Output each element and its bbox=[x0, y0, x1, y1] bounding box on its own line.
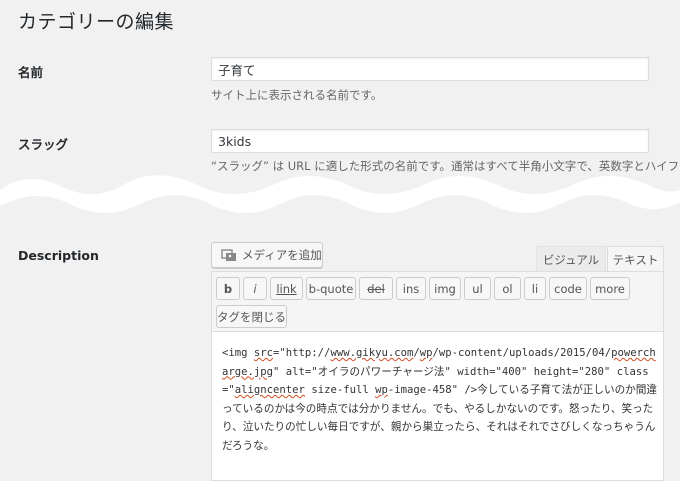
content-text: ="http:// bbox=[273, 347, 331, 359]
media-icon bbox=[221, 248, 237, 262]
tab-visual[interactable]: ビジュアル bbox=[536, 246, 606, 272]
qt-img-button[interactable]: img bbox=[429, 277, 461, 300]
name-hint: サイト上に表示される名前です。 bbox=[211, 88, 383, 102]
add-media-button[interactable]: メディアを追加 bbox=[211, 242, 323, 268]
qt-more-button[interactable]: more bbox=[590, 277, 630, 300]
content-text: /wp-content/uploads/2015/04/ bbox=[432, 347, 612, 359]
qt-del-button[interactable]: del bbox=[359, 277, 393, 300]
quicktags-toolbar: b i link b-quote del ins img ul ol li co… bbox=[212, 272, 663, 332]
qt-ul-button[interactable]: ul bbox=[464, 277, 491, 300]
name-label: 名前 bbox=[18, 65, 44, 80]
qt-li-button[interactable]: li bbox=[524, 277, 546, 300]
tab-text[interactable]: テキスト bbox=[607, 246, 664, 272]
qt-ol-button[interactable]: ol bbox=[494, 277, 521, 300]
content-text: src bbox=[253, 347, 274, 359]
editor-textarea[interactable]: <img src="http://www.gikyu.com/wp/wp-con… bbox=[222, 344, 658, 455]
content-text: wp bbox=[419, 347, 433, 359]
editor: b i link b-quote del ins img ul ol li co… bbox=[211, 271, 664, 481]
qt-link-button[interactable]: link bbox=[270, 277, 303, 300]
qt-bold-button[interactable]: b bbox=[216, 277, 240, 300]
content-text: <img bbox=[222, 347, 254, 359]
content-text: wp bbox=[375, 384, 388, 396]
name-input[interactable] bbox=[211, 57, 649, 81]
torn-edge-separator bbox=[0, 175, 680, 213]
qt-ins-button[interactable]: ins bbox=[396, 277, 426, 300]
content-text: www.gikyu.com bbox=[330, 347, 414, 359]
qt-code-button[interactable]: code bbox=[549, 277, 587, 300]
qt-close-tags-button[interactable]: タグを閉じる bbox=[216, 305, 287, 328]
content-text: aligncenter bbox=[234, 384, 305, 396]
qt-bquote-button[interactable]: b-quote bbox=[306, 277, 356, 300]
add-media-label: メディアを追加 bbox=[242, 248, 322, 262]
description-label: Description bbox=[18, 248, 99, 263]
content-text: size-full bbox=[304, 384, 376, 396]
qt-italic-button[interactable]: i bbox=[243, 277, 267, 300]
page-title: カテゴリーの編集 bbox=[18, 11, 175, 33]
